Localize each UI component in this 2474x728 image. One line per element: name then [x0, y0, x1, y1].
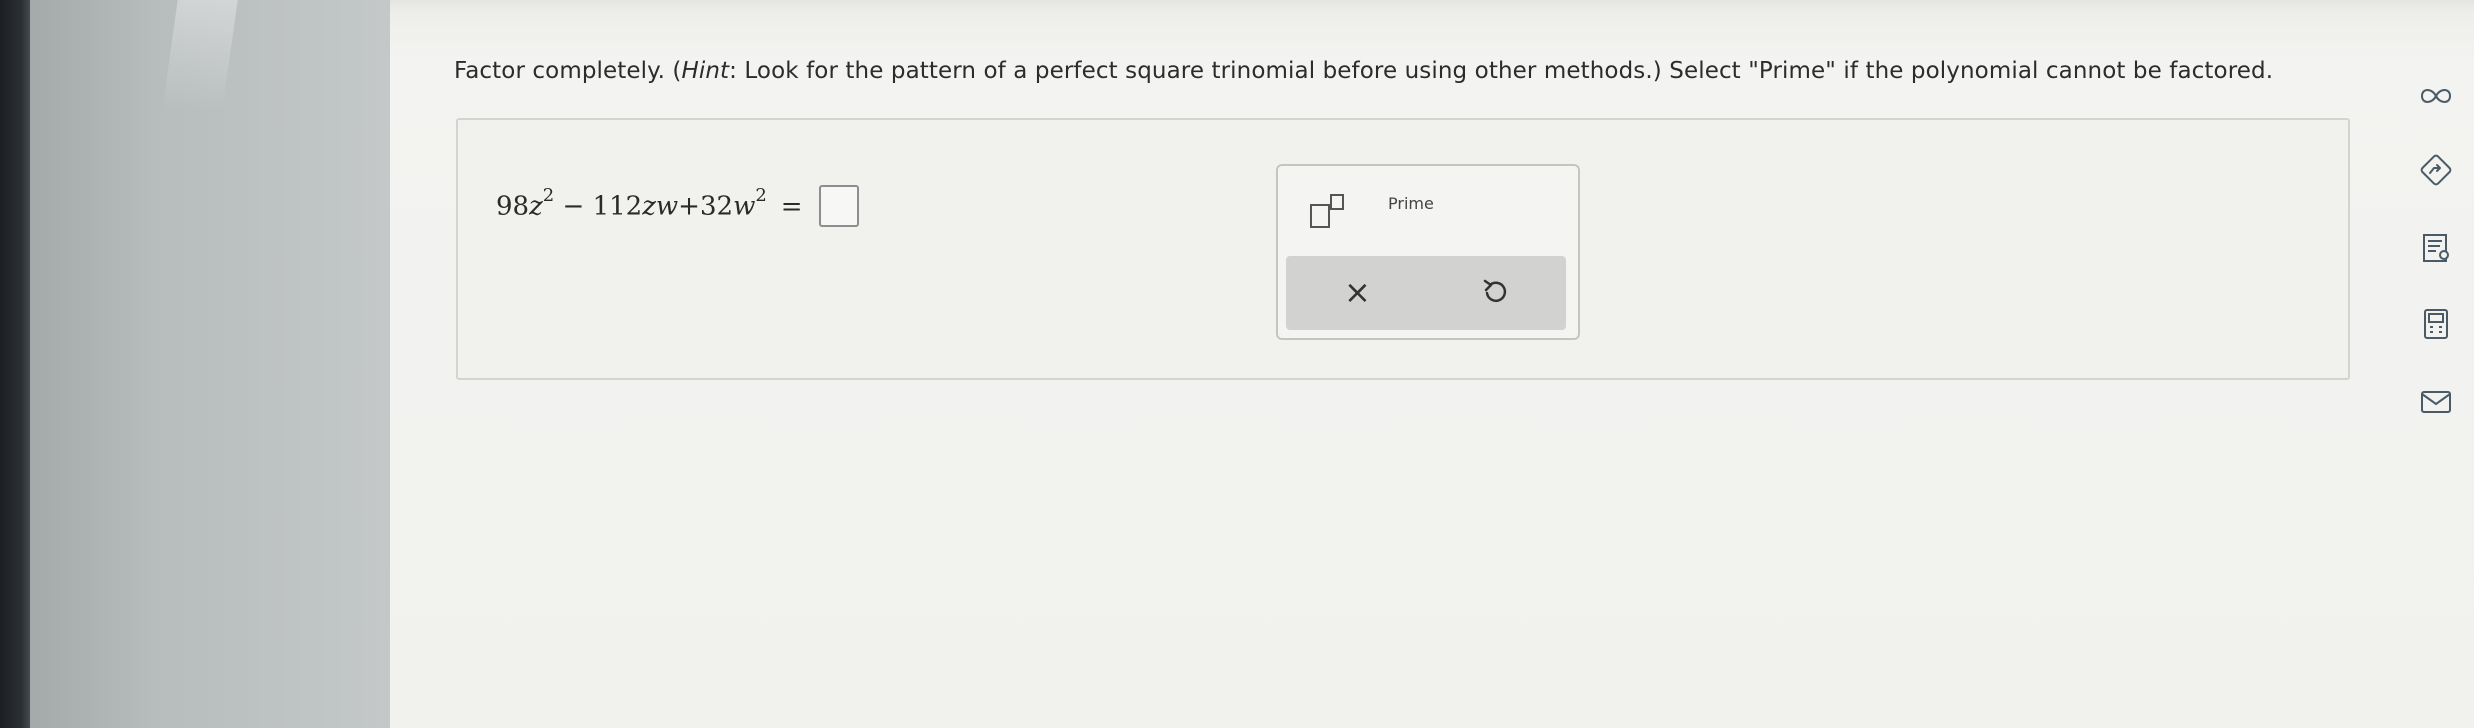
- equals-sign: =: [780, 191, 803, 222]
- palette-action-bar: ×: [1286, 256, 1566, 330]
- prime-button[interactable]: Prime: [1388, 194, 1434, 213]
- question-page: Factor completely. (Hint: Look for the p…: [390, 0, 2474, 728]
- mail-tool[interactable]: [2410, 382, 2462, 422]
- calculator-icon: [2424, 309, 2448, 339]
- term1-coefficient: 98: [496, 191, 530, 222]
- term1-variable: z: [529, 191, 543, 222]
- exponent-button[interactable]: [1308, 192, 1356, 232]
- infinity-tool[interactable]: [2410, 76, 2462, 116]
- exponent-superscript-icon: [1330, 194, 1344, 210]
- question-prompt: Factor completely. (Hint: Look for the p…: [454, 58, 2454, 84]
- worksheet-icon: [2423, 234, 2449, 262]
- navigate-tool[interactable]: [2410, 150, 2462, 190]
- prompt-text-start: Factor completely. (: [454, 58, 682, 84]
- left-panel: [30, 0, 390, 728]
- answer-input[interactable]: [818, 184, 859, 227]
- plus-operator: +: [678, 191, 700, 222]
- minus-operator: −: [562, 191, 585, 222]
- math-palette: Prime ×: [1276, 164, 1580, 340]
- worksheet-tool[interactable]: [2410, 228, 2462, 268]
- term2-coefficient: 112: [592, 191, 643, 222]
- undo-button[interactable]: [1482, 276, 1508, 306]
- term3-coefficient: 32: [699, 191, 734, 222]
- undo-icon: [1483, 279, 1507, 302]
- calculator-tool[interactable]: [2410, 304, 2462, 344]
- prompt-text-end: : Look for the pattern of a perfect squa…: [729, 58, 2274, 84]
- polynomial-expression: 98z2 − 112zw+32w2 =: [496, 180, 859, 227]
- term1-exponent: 2: [542, 185, 555, 206]
- exponent-base-icon: [1310, 204, 1330, 228]
- navigate-icon: [2420, 154, 2452, 186]
- term3-variable: w: [733, 191, 756, 222]
- mail-icon: [2421, 391, 2451, 413]
- term3-exponent: 2: [755, 185, 767, 206]
- infinity-icon: [2420, 89, 2452, 103]
- hint-label: Hint: [681, 58, 730, 84]
- screen-bezel: [0, 0, 30, 728]
- clear-button[interactable]: ×: [1344, 274, 1371, 310]
- term2-variable: zw: [642, 191, 679, 222]
